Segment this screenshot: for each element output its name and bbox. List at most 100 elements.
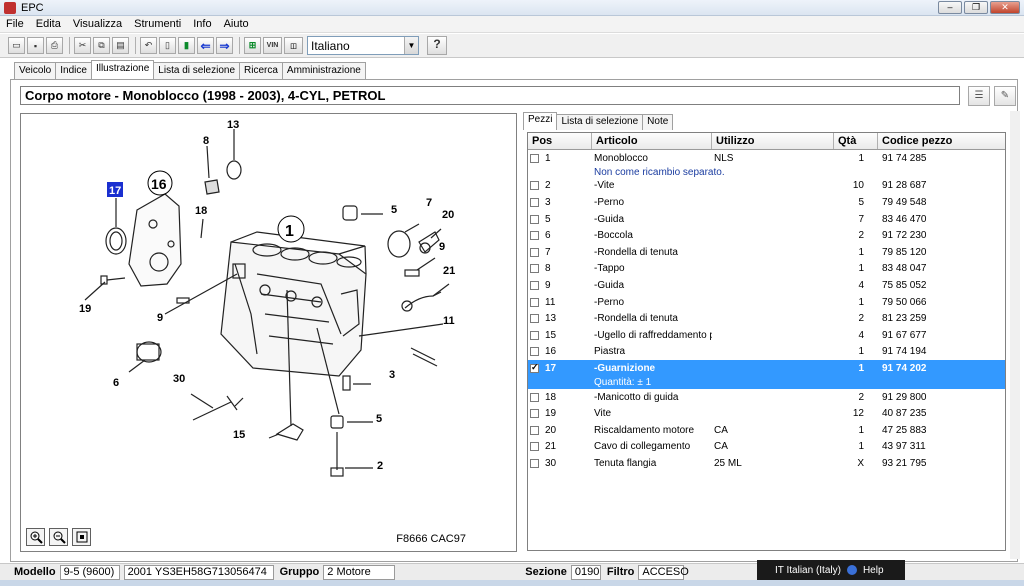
tab-lista-selezione[interactable]: Lista di selezione [556, 114, 644, 130]
tab-illustrazione[interactable]: Illustrazione [90, 60, 155, 79]
table-row[interactable]: 17 -Guarnizione 1 91 74 202 [528, 360, 1005, 377]
row-checkbox[interactable] [530, 214, 539, 224]
table-row[interactable]: 30 Tenuta flangia 25 ML X 93 21 795 [528, 455, 1005, 472]
row-checkbox[interactable] [530, 347, 539, 357]
row-checkbox[interactable] [530, 392, 539, 402]
callout-30[interactable]: 30 [173, 373, 185, 385]
zoom-in-button[interactable] [26, 528, 45, 546]
tab-ricerca[interactable]: Ricerca [239, 62, 283, 79]
callout-6[interactable]: 6 [113, 377, 119, 389]
menu-strumenti[interactable]: Strumenti [128, 18, 187, 30]
row-checkbox[interactable] [530, 231, 539, 241]
table-row[interactable]: 15 -Ugello di raffreddamento pistone 4 91 6… [528, 327, 1005, 344]
callout-3[interactable]: 3 [389, 369, 395, 381]
menu-info[interactable]: Info [187, 18, 217, 30]
menu-edita[interactable]: Edita [30, 18, 67, 30]
table-row[interactable]: 2 -Vite 10 91 28 687 [528, 178, 1005, 195]
row-checkbox[interactable] [530, 330, 539, 340]
callout-5-bottom[interactable]: 5 [376, 413, 382, 425]
callout-19[interactable]: 19 [79, 303, 91, 315]
row-checkbox[interactable] [530, 409, 539, 419]
menu-file[interactable]: File [0, 18, 30, 30]
callout-8[interactable]: 8 [203, 135, 209, 147]
engine-block-diagram[interactable]: 13 8 17 16 18 1 5 7 20 9 21 19 9 11 6 30… [21, 114, 518, 553]
tree-icon[interactable]: ⊞ [244, 37, 261, 54]
tab-pezzi[interactable]: Pezzi [523, 112, 558, 130]
table-row[interactable]: 1 Monoblocco NLS 1 91 74 285 [528, 150, 1005, 167]
language-help[interactable]: Help [863, 565, 884, 576]
row-checkbox[interactable] [530, 425, 539, 435]
callout-21[interactable]: 21 [443, 265, 455, 277]
minimize-button[interactable]: – [938, 1, 962, 14]
input-language[interactable]: IT Italian (Italy) [775, 565, 841, 576]
tab-note[interactable]: Note [642, 114, 674, 130]
close-button[interactable]: ✕ [990, 1, 1020, 14]
row-checkbox[interactable] [530, 442, 539, 452]
zoom-out-button[interactable] [49, 528, 68, 546]
paste-icon[interactable]: ▤ [112, 37, 129, 54]
chevron-down-icon[interactable]: ▼ [404, 37, 418, 54]
column-utilizzo[interactable]: Utilizzo [712, 133, 834, 149]
callout-9-right[interactable]: 9 [439, 241, 445, 253]
row-checkbox[interactable] [530, 458, 539, 468]
callout-5-top[interactable]: 5 [391, 204, 397, 216]
menu-aiuto[interactable]: Aiuto [218, 18, 255, 30]
edit-note-icon[interactable]: ✎ [994, 86, 1016, 106]
callout-2[interactable]: 2 [377, 460, 383, 472]
row-checkbox[interactable] [530, 280, 539, 290]
cut-icon[interactable]: ✂ [74, 37, 91, 54]
callout-11[interactable]: 11 [443, 315, 455, 327]
callout-1[interactable]: 1 [285, 223, 294, 240]
document-icon[interactable]: ▯ [159, 37, 176, 54]
back-arrow-icon[interactable]: ⇐ [197, 37, 214, 54]
copy-icon[interactable]: ⧉ [93, 37, 110, 54]
help-button[interactable]: ? [427, 36, 447, 55]
callout-17[interactable]: 17 [109, 185, 121, 197]
row-checkbox[interactable] [530, 297, 539, 307]
menu-visualizza[interactable]: Visualizza [67, 18, 128, 30]
row-checkbox[interactable] [530, 181, 539, 191]
table-row[interactable]: 21 Cavo di collegamento CA 1 43 97 311 [528, 439, 1005, 456]
maximize-button[interactable]: ❐ [964, 1, 988, 14]
table-row[interactable]: 7 -Rondella di tenuta 1 79 85 120 [528, 244, 1005, 261]
column-articolo[interactable]: Articolo [592, 133, 712, 149]
callout-20[interactable]: 20 [442, 209, 454, 221]
flag-icon[interactable]: ▮ [178, 37, 195, 54]
language-select[interactable]: Italiano ▼ [307, 36, 419, 55]
right-scrollbar[interactable] [1010, 111, 1020, 559]
table-row[interactable]: 19 Vite 12 40 87 235 [528, 405, 1005, 422]
tab-indice[interactable]: Indice [55, 62, 92, 79]
forward-arrow-icon[interactable]: ⇒ [216, 37, 233, 54]
table-row[interactable]: 9 -Guida 4 75 85 052 [528, 277, 1005, 294]
search-by-code-icon[interactable]: ◫ [284, 37, 303, 54]
callout-13[interactable]: 13 [227, 119, 239, 131]
callout-15[interactable]: 15 [233, 429, 245, 441]
column-codice-pezzo[interactable]: Codice pezzo [878, 133, 1004, 149]
row-checkbox[interactable] [530, 314, 539, 324]
table-row[interactable]: 6 -Boccola 2 91 72 230 [528, 227, 1005, 244]
tab-lista-di-selezione[interactable]: Lista di selezione [153, 62, 241, 79]
row-checkbox[interactable] [530, 153, 539, 163]
open-icon[interactable]: ▭ [8, 37, 25, 54]
undo-icon[interactable]: ↶ [140, 37, 157, 54]
table-row[interactable]: 11 -Perno 1 79 50 066 [528, 294, 1005, 311]
table-row[interactable]: 5 -Guida 7 83 46 470 [528, 211, 1005, 228]
table-row[interactable]: 3 -Perno 5 79 49 548 [528, 194, 1005, 211]
table-row[interactable]: 18 -Manicotto di guida 2 91 29 800 [528, 389, 1005, 406]
row-checkbox[interactable] [530, 363, 539, 373]
table-row[interactable]: 20 Riscaldamento motore CA 1 47 25 883 [528, 422, 1005, 439]
callout-9-left[interactable]: 9 [157, 312, 163, 324]
row-checkbox[interactable] [530, 197, 539, 207]
print-icon[interactable]: ⎙ [46, 37, 63, 54]
tab-amministrazione[interactable]: Amministrazione [281, 62, 366, 79]
column-qta[interactable]: Qtà [834, 133, 878, 149]
table-row[interactable]: 13 -Rondella di tenuta 2 81 23 259 [528, 310, 1005, 327]
row-checkbox[interactable] [530, 264, 539, 274]
list-icon[interactable]: ☰ [968, 86, 990, 106]
callout-18[interactable]: 18 [195, 205, 207, 217]
callout-7[interactable]: 7 [426, 197, 432, 209]
fit-to-window-button[interactable] [72, 528, 91, 546]
vin-button[interactable]: VIN [263, 37, 282, 54]
row-checkbox[interactable] [530, 247, 539, 257]
callout-16[interactable]: 16 [151, 176, 167, 192]
